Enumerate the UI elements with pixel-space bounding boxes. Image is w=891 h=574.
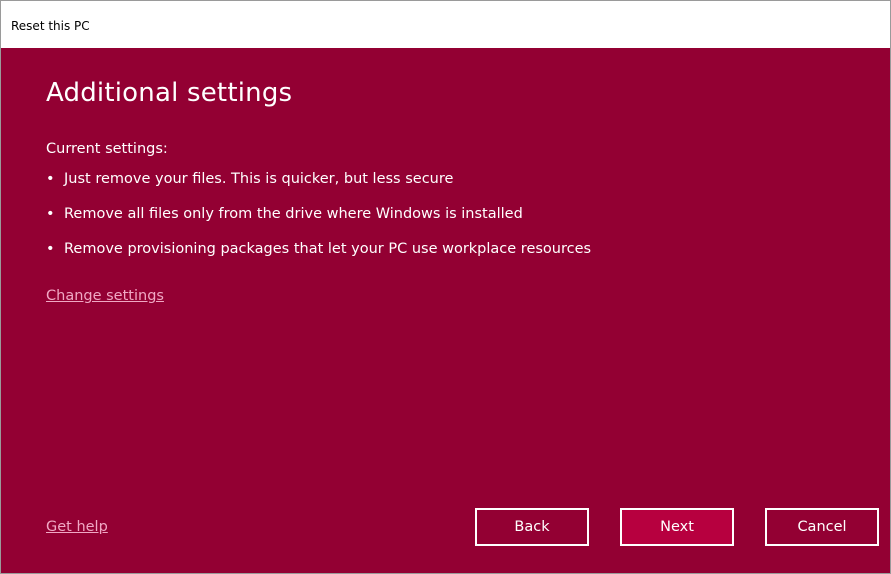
list-item-text: Remove all files only from the drive whe… <box>64 206 523 222</box>
main-content: Additional settings Current settings: • J… <box>1 48 890 573</box>
title-bar: Reset this PC <box>1 1 890 48</box>
settings-list: • Just remove your files. This is quicker… <box>46 171 591 276</box>
change-settings-link[interactable]: Change settings <box>46 288 164 304</box>
get-help-link[interactable]: Get help <box>46 519 108 535</box>
bullet-icon: • <box>46 241 55 257</box>
bullet-icon: • <box>46 171 55 187</box>
bullet-icon: • <box>46 206 55 222</box>
list-item: • Remove all files only from the drive wh… <box>46 206 591 241</box>
current-settings-label: Current settings: <box>46 141 168 157</box>
list-item: • Just remove your files. This is quicker… <box>46 171 591 206</box>
reset-pc-window: Reset this PC Additional settings Curren… <box>0 0 891 574</box>
list-item: • Remove provisioning packages that let y… <box>46 241 591 276</box>
cancel-button[interactable]: Cancel <box>765 508 879 546</box>
next-button[interactable]: Next <box>620 508 734 546</box>
window-title: Reset this PC <box>11 19 90 33</box>
list-item-text: Just remove your files. This is quicker,… <box>64 171 454 187</box>
back-button[interactable]: Back <box>475 508 589 546</box>
page-title: Additional settings <box>46 78 293 108</box>
list-item-text: Remove provisioning packages that let yo… <box>64 241 592 257</box>
